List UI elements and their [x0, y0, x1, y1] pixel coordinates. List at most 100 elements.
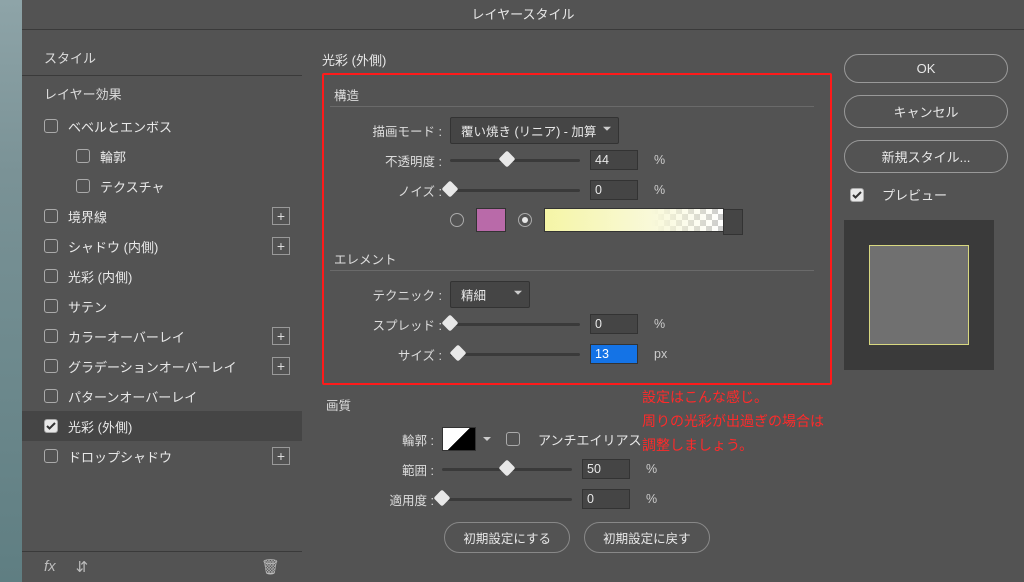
checkbox-icon[interactable] — [44, 119, 58, 133]
plus-icon[interactable]: + — [272, 447, 290, 465]
sidebar-item-label: シャドウ (内側) — [68, 237, 272, 256]
spread-label: スプレッド : — [330, 315, 450, 334]
jitter-slider[interactable] — [442, 492, 572, 506]
unit-label: % — [654, 317, 665, 331]
sidebar-item-inner-shadow[interactable]: シャドウ (内側) + — [22, 231, 302, 261]
annotation-highlight-box: 構造 描画モード : 覆い焼き (リニア) - 加算 不透明度 : 44 % — [322, 73, 832, 385]
checkbox-icon[interactable] — [44, 209, 58, 223]
layer-style-dialog: レイヤースタイル スタイル レイヤー効果 ベベルとエンボス 輪郭 テクスチャ 境… — [22, 0, 1024, 582]
spread-slider[interactable] — [450, 317, 580, 331]
checkbox-icon[interactable] — [44, 389, 58, 403]
sidebar-item-label: カラーオーバーレイ — [68, 327, 272, 346]
sidebar-item-color-overlay[interactable]: カラーオーバーレイ + — [22, 321, 302, 351]
ok-button[interactable]: OK — [844, 54, 1008, 83]
preview-toggle[interactable]: プレビュー — [844, 185, 1008, 204]
updown-icon[interactable]: ⇵ — [76, 558, 89, 576]
range-label: 範囲 : — [322, 460, 442, 479]
settings-panel: 光彩 (外側) 構造 描画モード : 覆い焼き (リニア) - 加算 不透明度 … — [302, 30, 844, 582]
plus-icon[interactable]: + — [272, 327, 290, 345]
sidebar-item-label: 境界線 — [68, 207, 272, 226]
sidebar-item-gradient-overlay[interactable]: グラデーションオーバーレイ + — [22, 351, 302, 381]
size-slider[interactable] — [450, 347, 580, 361]
checkbox-icon[interactable] — [44, 449, 58, 463]
antialias-label: アンチエイリアス — [538, 430, 641, 449]
opacity-label: 不透明度 : — [330, 151, 450, 170]
sidebar-item-stroke[interactable]: 境界線 + — [22, 201, 302, 231]
technique-dropdown[interactable]: 精細 — [450, 281, 530, 308]
blend-mode-label: 描画モード : — [330, 121, 450, 140]
reset-default-button[interactable]: 初期設定に戻す — [584, 522, 710, 553]
sidebar-item-contour[interactable]: 輪郭 — [22, 141, 302, 171]
noise-field[interactable]: 0 — [590, 180, 638, 200]
preview-label: プレビュー — [882, 185, 947, 204]
unit-label: % — [654, 183, 665, 197]
range-field[interactable]: 50 — [582, 459, 630, 479]
fx-icon[interactable]: fx — [44, 558, 56, 576]
sidebar-item-label: グラデーションオーバーレイ — [68, 357, 272, 376]
checkbox-icon[interactable] — [44, 299, 58, 313]
checkbox-icon[interactable] — [44, 419, 58, 433]
noise-slider[interactable] — [450, 183, 580, 197]
opacity-slider[interactable] — [450, 153, 580, 167]
antialias-checkbox[interactable] — [506, 432, 520, 446]
sidebar-footer: fx ⇵ 🗑 — [22, 551, 302, 582]
sidebar-item-label: テクスチャ — [100, 177, 290, 196]
make-default-button[interactable]: 初期設定にする — [444, 522, 570, 553]
trash-icon[interactable]: 🗑 — [261, 558, 280, 576]
blend-mode-dropdown[interactable]: 覆い焼き (リニア) - 加算 — [450, 117, 619, 144]
sidebar-heading-effects[interactable]: レイヤー効果 — [22, 75, 302, 111]
element-legend: エレメント — [330, 249, 814, 271]
element-group: エレメント テクニック : 精細 スプレッド : 0 % — [330, 249, 814, 369]
contour-picker[interactable] — [442, 427, 476, 451]
gradient-radio[interactable] — [518, 213, 532, 227]
sidebar-item-label: パターンオーバーレイ — [68, 387, 290, 406]
spread-field[interactable]: 0 — [590, 314, 638, 334]
cancel-button[interactable]: キャンセル — [844, 95, 1008, 128]
sidebar-item-label: ドロップシャドウ — [68, 447, 272, 466]
checkbox-icon[interactable] — [76, 149, 90, 163]
sidebar-item-label: ベベルとエンボス — [68, 117, 290, 136]
sidebar-item-texture[interactable]: テクスチャ — [22, 171, 302, 201]
sidebar-item-pattern-overlay[interactable]: パターンオーバーレイ — [22, 381, 302, 411]
sidebar-item-drop-shadow[interactable]: ドロップシャドウ + — [22, 441, 302, 471]
checkbox-icon[interactable] — [44, 329, 58, 343]
contour-label: 輪郭 : — [322, 430, 442, 449]
new-style-button[interactable]: 新規スタイル... — [844, 140, 1008, 173]
unit-label: px — [654, 347, 667, 361]
sidebar-heading-styles[interactable]: スタイル — [22, 40, 302, 75]
right-column: OK キャンセル 新規スタイル... プレビュー — [844, 30, 1024, 582]
sidebar-item-label: 光彩 (内側) — [68, 267, 290, 286]
checkbox-icon[interactable] — [44, 239, 58, 253]
size-label: サイズ : — [330, 345, 450, 364]
plus-icon[interactable]: + — [272, 207, 290, 225]
sidebar-item-outer-glow[interactable]: 光彩 (外側) — [22, 411, 302, 441]
sidebar-item-inner-glow[interactable]: 光彩 (内側) — [22, 261, 302, 291]
checkbox-icon[interactable] — [44, 269, 58, 283]
sidebar-item-label: サテン — [68, 297, 290, 316]
color-swatch[interactable] — [476, 208, 506, 232]
unit-label: % — [646, 462, 657, 476]
sidebar-item-label: 光彩 (外側) — [68, 417, 290, 436]
structure-legend: 構造 — [330, 85, 814, 107]
panel-heading: 光彩 (外側) — [322, 50, 832, 69]
jitter-label: 適用度 : — [322, 490, 442, 509]
size-field[interactable]: 13 — [590, 344, 638, 364]
plus-icon[interactable]: + — [272, 357, 290, 375]
checkbox-icon[interactable] — [76, 179, 90, 193]
styles-sidebar: スタイル レイヤー効果 ベベルとエンボス 輪郭 テクスチャ 境界線 + シ — [22, 30, 302, 582]
preview-thumbnail — [844, 220, 994, 370]
jitter-field[interactable]: 0 — [582, 489, 630, 509]
checkbox-icon[interactable] — [850, 188, 864, 202]
dialog-title: レイヤースタイル — [22, 0, 1024, 30]
annotation-text: 設定はこんな感じ。 周りの光彩が出過ぎの場合は 調整しましょう。 — [642, 386, 824, 457]
checkbox-icon[interactable] — [44, 359, 58, 373]
sidebar-item-bevel[interactable]: ベベルとエンボス — [22, 111, 302, 141]
sidebar-item-satin[interactable]: サテン — [22, 291, 302, 321]
gradient-picker[interactable] — [544, 208, 724, 232]
opacity-field[interactable]: 44 — [590, 150, 638, 170]
structure-group: 構造 描画モード : 覆い焼き (リニア) - 加算 不透明度 : 44 % — [330, 85, 814, 235]
range-slider[interactable] — [442, 462, 572, 476]
color-radio[interactable] — [450, 213, 464, 227]
sidebar-item-label: 輪郭 — [100, 147, 290, 166]
plus-icon[interactable]: + — [272, 237, 290, 255]
